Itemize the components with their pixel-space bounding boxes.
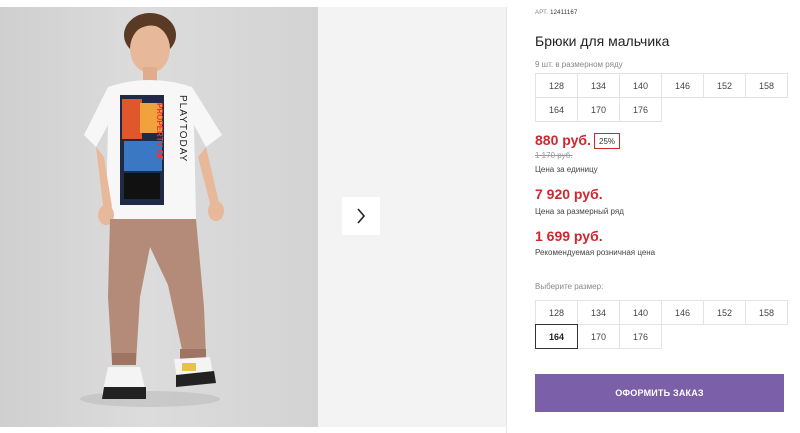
size-row-cell-140: 140 — [619, 73, 662, 98]
discount-badge: 25% — [594, 133, 621, 149]
retail-price: 1 699 руб. — [535, 228, 603, 244]
size-picker-hint: Выберите размер: — [535, 282, 604, 291]
retail-price-caption: Рекомендуемая розничная цена — [535, 248, 656, 257]
article-number: АРТ. 12411167 — [535, 10, 577, 16]
size-row-cell-176: 176 — [619, 97, 662, 122]
size-option-146[interactable]: 146 — [661, 300, 704, 325]
size-row-cell-170: 170 — [577, 97, 620, 122]
size-option-164[interactable]: 164 — [535, 324, 578, 349]
shirt-print-text: PLAYTODAY — [177, 95, 188, 163]
size-row-grid: 128 134 140 146 152 158 164 170 176 — [535, 73, 788, 122]
article-value: 12411167 — [550, 10, 578, 16]
row-price: 7 920 руб. — [535, 186, 603, 202]
size-row-hint: 9 шт. в размерном ряду — [535, 60, 623, 69]
size-row-cell-128: 128 — [535, 73, 578, 98]
size-row-cell-158: 158 — [745, 73, 788, 98]
divider — [506, 7, 507, 433]
old-price: 1 170 руб. — [535, 151, 573, 160]
row-price-caption: Цена за размерный ряд — [535, 207, 624, 216]
unit-price: 880 руб. — [535, 132, 591, 148]
order-button[interactable]: ОФОРМИТЬ ЗАКАЗ — [535, 374, 784, 412]
shirt-print-text-2: PROPERTY OF — [155, 103, 164, 161]
chevron-right-icon — [357, 208, 366, 224]
size-option-134[interactable]: 134 — [577, 300, 620, 325]
next-photo-button[interactable] — [342, 197, 380, 235]
size-option-158[interactable]: 158 — [745, 300, 788, 325]
size-option-152[interactable]: 152 — [703, 300, 746, 325]
unit-price-caption: Цена за единицу — [535, 165, 598, 174]
size-option-170[interactable]: 170 — [577, 324, 620, 349]
size-row-cell-164: 164 — [535, 97, 578, 122]
product-photo: PLAYTODAY PROPERTY OF — [0, 7, 318, 427]
size-row-cell-134: 134 — [577, 73, 620, 98]
product-photo-illustration — [80, 13, 224, 407]
size-option-176[interactable]: 176 — [619, 324, 662, 349]
product-title: Брюки для мальчика — [535, 33, 670, 49]
product-page: PLAYTODAY PROPERTY OF АРТ. 12411167 Брюк… — [0, 0, 800, 433]
size-row-cell-146: 146 — [661, 73, 704, 98]
article-prefix: АРТ. — [535, 10, 549, 16]
size-option-128[interactable]: 128 — [535, 300, 578, 325]
size-option-140[interactable]: 140 — [619, 300, 662, 325]
size-picker-grid: 128 134 140 146 152 158 164 170 176 — [535, 300, 788, 349]
size-row-cell-152: 152 — [703, 73, 746, 98]
